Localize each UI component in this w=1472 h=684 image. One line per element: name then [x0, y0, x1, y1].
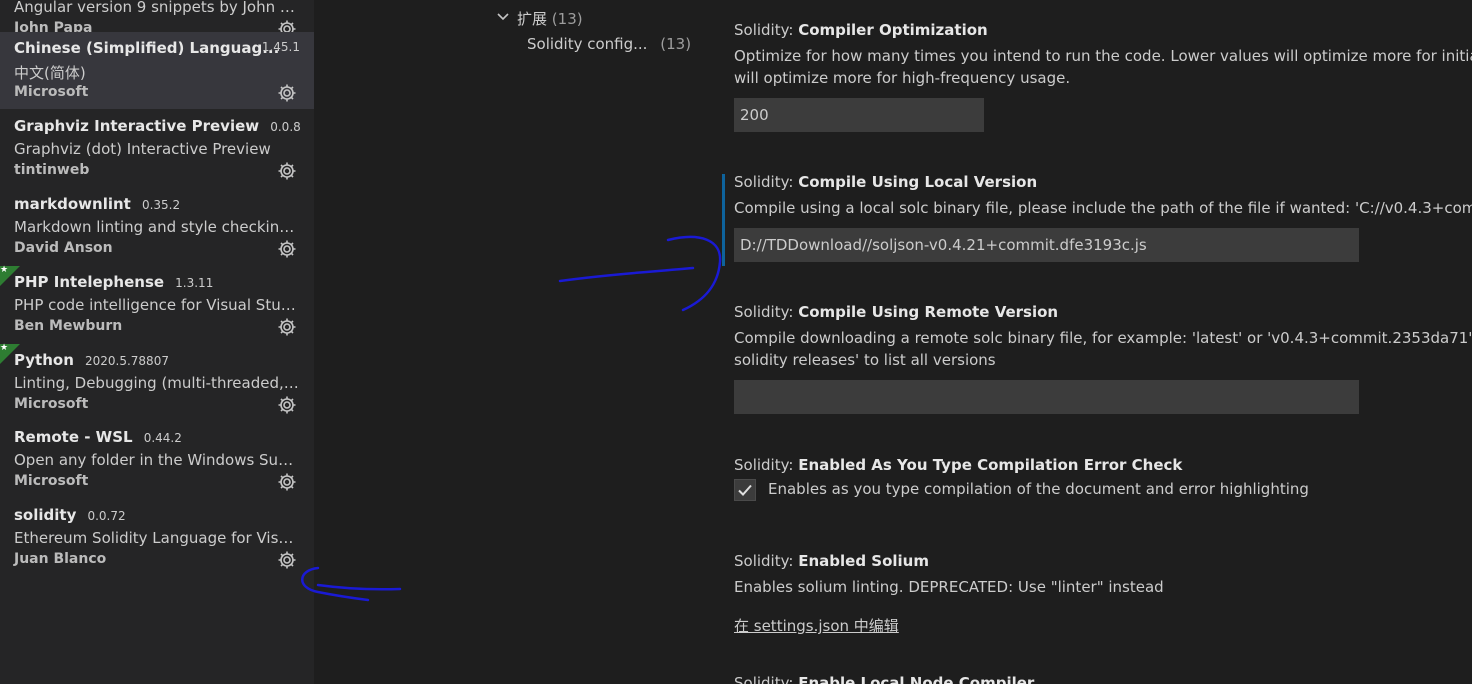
setting-key: Compile Using Remote Version: [798, 303, 1059, 321]
extension-item-graphviz[interactable]: Graphviz Interactive Preview 0.0.8 Graph…: [0, 110, 314, 187]
star-icon: ★: [0, 265, 9, 275]
manage-gear-icon[interactable]: [277, 239, 297, 259]
extension-publisher: Juan Blanco: [14, 551, 107, 567]
extension-name: solidity: [14, 506, 77, 524]
setting-title: Solidity: Enable Local Node Compiler: [734, 674, 1034, 684]
manage-gear-icon[interactable]: [277, 550, 297, 570]
extension-description: Markdown linting and style checking f...: [14, 218, 300, 236]
setting-description-line: will optimize more for high-frequency us…: [734, 69, 1071, 87]
extension-publisher: Ben Mewburn: [14, 318, 123, 334]
setting-category: Solidity:: [734, 303, 799, 321]
extension-title-row: Chinese (Simplified) Languag... 1.45.1: [14, 38, 304, 57]
extension-title-row: Python 2020.5.78807: [14, 350, 304, 369]
extension-item-chinese-language-pack[interactable]: Chinese (Simplified) Languag... 1.45.1 中…: [0, 32, 314, 109]
compiler-optimization-input[interactable]: [734, 98, 984, 132]
extension-publisher: Microsoft: [14, 84, 89, 100]
settings-toc: 扩展 (13) Solidity config... (13): [314, 0, 714, 684]
extension-description: Ethereum Solidity Language for Visual...: [14, 529, 300, 547]
extension-item-python[interactable]: ★ Python 2020.5.78807 Linting, Debugging…: [0, 343, 314, 421]
extension-description: Angular version 9 snippets by John Papa: [14, 0, 300, 16]
extension-description: Open any folder in the Windows Subs...: [14, 451, 300, 469]
extension-description: Graphviz (dot) Interactive Preview: [14, 140, 271, 158]
extension-title-row: solidity 0.0.72: [14, 505, 304, 524]
setting-title: Solidity: Compile Using Local Version: [734, 173, 1037, 191]
extension-publisher: Microsoft: [14, 473, 89, 489]
extension-version: 1.45.1: [261, 40, 300, 54]
edit-in-settings-json-link[interactable]: 在 settings.json 中编辑: [734, 615, 899, 636]
setting-description: Compile using a local solc binary file, …: [734, 197, 1472, 219]
toc-group-extensions[interactable]: 扩展 (13): [517, 8, 583, 29]
extension-version: 1.3.11: [175, 276, 214, 290]
setting-key: Enabled Solium: [798, 552, 929, 570]
extension-title-row: Graphviz Interactive Preview 0.0.8: [14, 116, 304, 135]
setting-key: Compiler Optimization: [798, 21, 988, 39]
setting-category: Solidity:: [734, 173, 799, 191]
toc-item-solidity-config[interactable]: Solidity config... (13): [527, 35, 691, 53]
manage-gear-icon[interactable]: [277, 161, 297, 181]
extension-item-solidity[interactable]: solidity 0.0.72 Ethereum Solidity Langua…: [0, 499, 314, 576]
setting-title: Solidity: Enabled As You Type Compilatio…: [734, 456, 1182, 474]
setting-description: Optimize for how many times you intend t…: [734, 45, 1472, 89]
manage-gear-icon[interactable]: [277, 317, 297, 337]
extension-description: Linting, Debugging (multi-threaded, r...: [14, 374, 300, 392]
setting-title: Solidity: Compile Using Remote Version: [734, 303, 1058, 321]
setting-key: Enabled As You Type Compilation Error Ch…: [798, 456, 1183, 474]
extension-version: 0.44.2: [143, 431, 182, 445]
extension-title-row: Remote - WSL 0.44.2: [14, 427, 304, 446]
toc-item-label: Solidity config...: [527, 35, 648, 53]
manage-gear-icon[interactable]: [277, 395, 297, 415]
extension-version: 0.0.8: [270, 120, 301, 134]
extension-item-php-intelephense[interactable]: ★ PHP Intelephense 1.3.11 PHP code intel…: [0, 265, 314, 343]
toc-group-count: (13): [551, 10, 583, 28]
manage-gear-icon[interactable]: [277, 83, 297, 103]
setting-key: Enable Local Node Compiler: [798, 674, 1035, 684]
toc-item-count: (13): [660, 35, 692, 53]
extension-name: Graphviz Interactive Preview: [14, 117, 260, 135]
setting-key: Compile Using Local Version: [798, 173, 1038, 191]
setting-description: Enables solium linting. DEPRECATED: Use …: [734, 576, 1472, 598]
settings-list: Solidity: Compiler Optimization Optimize…: [714, 0, 1472, 684]
extension-title-row: PHP Intelephense 1.3.11: [14, 272, 304, 291]
setting-description-line: Enables solium linting. DEPRECATED: Use …: [734, 578, 1164, 596]
extension-item-remote-wsl[interactable]: Remote - WSL 0.44.2 Open any folder in t…: [0, 421, 314, 498]
setting-title: Solidity: Enabled Solium: [734, 552, 929, 570]
extension-name: Remote - WSL: [14, 428, 133, 446]
setting-title: Solidity: Compiler Optimization: [734, 21, 988, 39]
setting-category: Solidity:: [734, 21, 799, 39]
checkmark-icon: [738, 484, 752, 496]
extension-publisher: David Anson: [14, 240, 113, 256]
setting-description-line: Optimize for how many times you intend t…: [734, 47, 1472, 65]
setting-description: Compile downloading a remote solc binary…: [734, 327, 1472, 371]
star-icon: ★: [0, 343, 9, 353]
setting-category: Solidity:: [734, 674, 799, 684]
extension-name: markdownlint: [14, 195, 131, 213]
setting-category: Solidity:: [734, 552, 799, 570]
setting-description-line: Compile using a local solc binary file, …: [734, 199, 1472, 217]
modified-indicator-bar: [722, 174, 725, 266]
setting-category: Solidity:: [734, 456, 799, 474]
error-check-checkbox[interactable]: [734, 479, 756, 501]
compile-remote-version-input[interactable]: [734, 380, 1359, 414]
setting-description-line: Compile downloading a remote solc binary…: [734, 329, 1472, 347]
extension-version: 0.0.72: [87, 509, 126, 523]
extension-publisher: tintinweb: [14, 162, 90, 178]
toc-group-label: 扩展: [517, 10, 548, 28]
extension-title-row: markdownlint 0.35.2: [14, 194, 304, 213]
extension-name: Python: [14, 351, 74, 369]
manage-gear-icon[interactable]: [277, 472, 297, 492]
extension-description: PHP code intelligence for Visual Studi..…: [14, 296, 300, 314]
extension-version: 0.35.2: [141, 198, 181, 212]
error-check-label: Enables as you type compilation of the d…: [768, 480, 1309, 498]
extension-publisher: Microsoft: [14, 396, 89, 412]
compile-local-version-input[interactable]: [734, 228, 1359, 262]
extension-name: PHP Intelephense: [14, 273, 165, 291]
chevron-down-icon[interactable]: [496, 10, 510, 24]
extensions-sidebar: Angular version 9 snippets by John Papa …: [0, 0, 314, 684]
extension-version: 2020.5.78807: [84, 354, 169, 368]
setting-description-line: solidity releases' to list all versions: [734, 351, 996, 369]
extension-item-markdownlint[interactable]: markdownlint 0.35.2 Markdown linting and…: [0, 188, 314, 265]
extension-name: Chinese (Simplified) Languag...: [14, 39, 280, 57]
extension-description: 中文(简体): [14, 64, 86, 82]
